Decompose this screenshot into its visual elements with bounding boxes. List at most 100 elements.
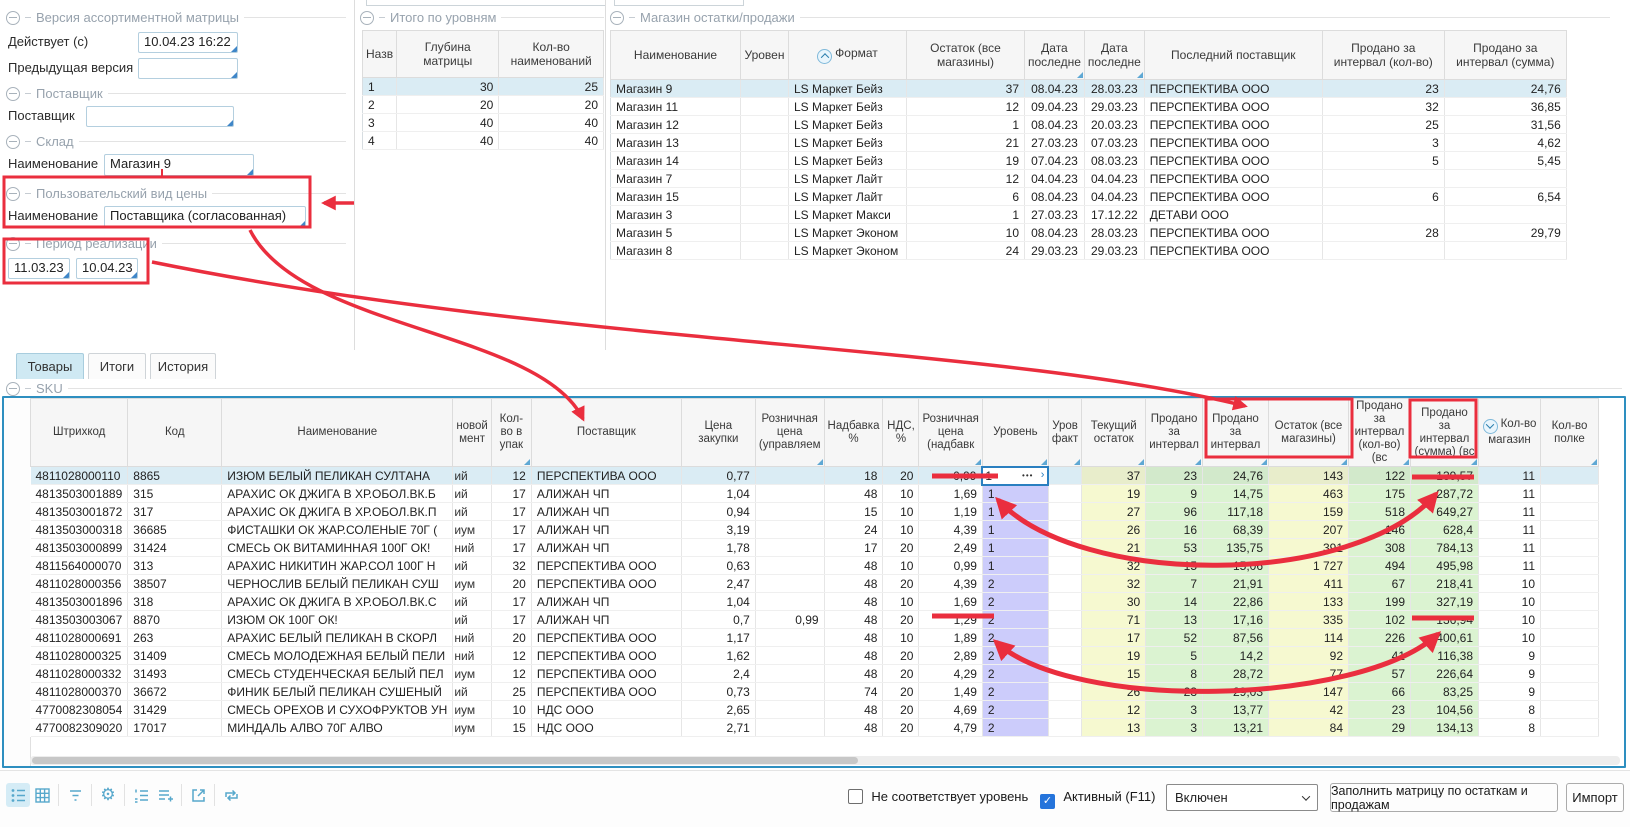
cell[interactable] [1048, 467, 1081, 485]
cell[interactable] [1322, 242, 1444, 260]
cell[interactable] [1048, 485, 1081, 503]
cell[interactable]: 28,72 [1203, 665, 1269, 683]
cell[interactable]: 32 [1082, 575, 1146, 593]
cell[interactable]: LS Маркет Бейз [789, 134, 907, 152]
cell[interactable]: ПЕРСПЕКТИВА ООО [1144, 98, 1322, 116]
cell[interactable]: 1,49 [919, 683, 982, 701]
cell[interactable]: 4,39 [919, 521, 982, 539]
cell[interactable]: 71 [1082, 611, 1146, 629]
cell[interactable]: LS Маркет Бейз [789, 80, 907, 98]
cell[interactable]: ПЕРСПЕКТИВА ООО [531, 557, 681, 575]
cell[interactable]: ний [453, 629, 492, 647]
cell[interactable]: 400,61 [1411, 629, 1479, 647]
cell[interactable] [1048, 503, 1081, 521]
cell[interactable]: 24 [824, 521, 883, 539]
table-row[interactable]: Магазин 8LS Маркет Эконом2429.03.2329.03… [611, 242, 1567, 260]
cell[interactable]: ий [453, 557, 492, 575]
cell[interactable]: 1,17 [681, 629, 755, 647]
cell[interactable]: 10 [883, 503, 919, 521]
cell[interactable] [741, 152, 789, 170]
cell[interactable]: 20 [883, 701, 919, 719]
cell[interactable]: 6 [1322, 188, 1444, 206]
cell[interactable]: 263 [128, 629, 222, 647]
cell[interactable]: 19 [1082, 647, 1146, 665]
col-header[interactable]: Назв [363, 31, 397, 78]
cell[interactable]: иум [453, 575, 492, 593]
cell[interactable] [1444, 206, 1566, 224]
cell[interactable]: 18 [824, 467, 883, 485]
cell[interactable]: 327,19 [1411, 593, 1479, 611]
cell[interactable]: ПЕРСПЕКТИВА ООО [531, 647, 681, 665]
cell[interactable]: 29 [1349, 719, 1411, 737]
cell[interactable] [741, 80, 789, 98]
cell[interactable]: 11 [1479, 467, 1541, 485]
prev-version-field[interactable] [138, 58, 238, 79]
cell[interactable]: 2,4 [681, 665, 755, 683]
cell[interactable]: 784,13 [1411, 539, 1479, 557]
cell[interactable]: 29.03.23 [1084, 242, 1144, 260]
cell[interactable] [1048, 611, 1081, 629]
cell[interactable]: СМЕСЬ МОЛОДЕЖНАЯ БЕЛЫЙ ПЕЛИ [222, 647, 453, 665]
cell[interactable]: 4811028000325 [31, 647, 128, 665]
cell[interactable] [1541, 485, 1599, 503]
cell[interactable] [1322, 170, 1444, 188]
cell[interactable] [1048, 593, 1081, 611]
cell[interactable]: 4770082308054 [31, 701, 128, 719]
table-row[interactable]: 4813503001872317АРАХИС ОК ДЖИГА В ХР.ОБО… [31, 503, 1599, 521]
cell[interactable]: 21 [907, 134, 1025, 152]
cell[interactable]: Магазин 8 [611, 242, 741, 260]
cell[interactable]: иум [453, 701, 492, 719]
cell[interactable]: 12 [907, 98, 1025, 116]
table-row[interactable]: 481350300031836685ФИСТАШКИ ОК ЖАР.СОЛЕНЫ… [31, 521, 1599, 539]
cell[interactable]: 48 [824, 485, 883, 503]
cell[interactable] [1541, 575, 1599, 593]
cell[interactable]: 10 [1479, 593, 1541, 611]
cell[interactable]: 2 [982, 611, 1048, 629]
cell[interactable]: 12 [1082, 701, 1146, 719]
col-header-name[interactable]: Наименование [222, 399, 453, 467]
cell[interactable]: 07.03.23 [1084, 134, 1144, 152]
cell[interactable]: 2 [982, 575, 1048, 593]
cell[interactable]: 31493 [128, 665, 222, 683]
table-row[interactable]: Магазин 7LS Маркет Лайт1204.04.2304.04.2… [611, 170, 1567, 188]
cell[interactable]: 2 [982, 593, 1048, 611]
cell[interactable]: 4811028000332 [31, 665, 128, 683]
table-row[interactable]: 13025 [363, 78, 604, 96]
cell[interactable]: 40 [397, 114, 499, 132]
cell[interactable]: LS Маркет Бейз [789, 116, 907, 134]
col-header-sold-interval-sum-store[interactable]: Продано за интервал [1203, 399, 1269, 467]
cell[interactable]: 77 [1269, 665, 1349, 683]
table-row[interactable]: 22020 [363, 96, 604, 114]
collapse-icon[interactable] [6, 382, 20, 396]
cell[interactable]: 12 [491, 467, 531, 485]
cell[interactable]: 2 [982, 701, 1048, 719]
table-row[interactable]: Магазин 12LS Маркет Бейз108.04.2320.03.2… [611, 116, 1567, 134]
cell[interactable]: ПЕРСПЕКТИВА ООО [1144, 152, 1322, 170]
cell[interactable]: 0,73 [681, 683, 755, 701]
cell[interactable] [741, 170, 789, 188]
price-view-field[interactable]: Поставщика (согласованная) [104, 206, 306, 228]
cell[interactable]: 27 [1082, 503, 1146, 521]
cell[interactable]: 20.03.23 [1084, 116, 1144, 134]
table-row[interactable]: 481102800033231493СМЕСЬ СТУДЕНЧЕСКАЯ БЕЛ… [31, 665, 1599, 683]
cell[interactable] [1048, 683, 1081, 701]
cell[interactable]: 20 [491, 575, 531, 593]
cell[interactable]: АЛИЖАН ЧП [531, 593, 681, 611]
cell[interactable]: 23 [1349, 701, 1411, 719]
cell[interactable]: 20 [883, 539, 919, 557]
cell[interactable]: Магазин 9 [611, 80, 741, 98]
cell[interactable] [755, 701, 824, 719]
cell[interactable]: ПЕРСПЕКТИВА ООО [1144, 80, 1322, 98]
cell[interactable]: 7 [1146, 575, 1203, 593]
cell[interactable]: 15 [491, 719, 531, 737]
cell[interactable]: 1 727 [1269, 557, 1349, 575]
cell[interactable]: иум [453, 665, 492, 683]
cell[interactable]: ий [453, 683, 492, 701]
cell[interactable]: 24 [907, 242, 1025, 260]
col-header-stock[interactable]: Остаток (все магазины) [907, 31, 1025, 80]
cell[interactable]: 0,99 [919, 467, 982, 485]
cell[interactable]: 26 [1082, 683, 1146, 701]
warehouse-field[interactable]: Магазин 9 [104, 154, 254, 176]
levels-table[interactable]: Назв Глубина матрицы Кол-во наименований… [362, 30, 604, 150]
cell[interactable]: 1,62 [681, 647, 755, 665]
